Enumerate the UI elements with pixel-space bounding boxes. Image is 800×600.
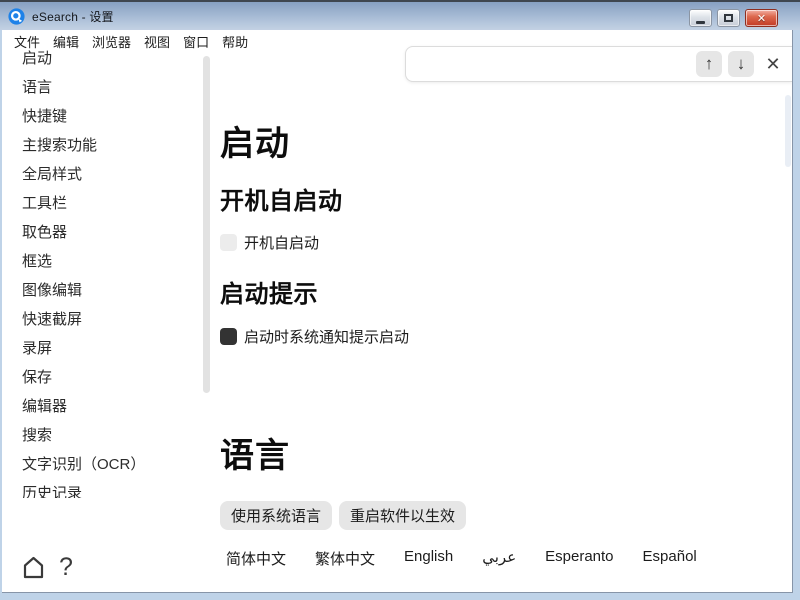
nav-item-color-picker[interactable]: 取色器: [22, 218, 192, 247]
settings-nav: 启动 语言 快捷键 主搜索功能 全局样式 工具栏 取色器 框选 图像编辑 快速截…: [22, 44, 192, 498]
minimize-button[interactable]: [689, 9, 712, 27]
autostart-checkbox[interactable]: [220, 234, 237, 251]
app-window: eSearch - 设置 ✕ 文件 编辑 浏览器 视图 窗口 帮助 启动 语言 …: [0, 0, 800, 600]
find-previous-button[interactable]: ↑: [696, 51, 722, 77]
titlebar[interactable]: eSearch - 设置 ✕: [0, 2, 800, 30]
home-icon[interactable]: [22, 555, 45, 580]
nav-item-history[interactable]: 历史记录: [22, 479, 192, 498]
arrow-down-icon: ↓: [737, 54, 746, 74]
content-scrollbar[interactable]: [785, 95, 791, 167]
language-actions: 使用系统语言 重启软件以生效: [220, 501, 466, 530]
autostart-subtitle: 开机自启动: [220, 181, 343, 216]
nav-item-startup[interactable]: 启动: [22, 44, 192, 73]
nav-item-save[interactable]: 保存: [22, 363, 192, 392]
esearch-logo-icon: [8, 8, 25, 25]
nav-item-ocr[interactable]: 文字识别（OCR）: [22, 450, 192, 479]
nav-item-language[interactable]: 语言: [22, 73, 192, 102]
language-options: 简体中文 繁体中文 English عربي Esperanto Español: [226, 548, 697, 569]
close-x-icon: ✕: [765, 54, 780, 75]
close-button[interactable]: ✕: [745, 9, 778, 27]
nav-item-screen-record[interactable]: 录屏: [22, 334, 192, 363]
find-next-button[interactable]: ↓: [728, 51, 754, 77]
nav-item-main-search[interactable]: 主搜索功能: [22, 131, 192, 160]
nav-item-image-edit[interactable]: 图像编辑: [22, 276, 192, 305]
nav-item-global-style[interactable]: 全局样式: [22, 160, 192, 189]
lang-option-traditional-chinese[interactable]: 繁体中文: [315, 548, 375, 569]
autostart-option[interactable]: 开机自启动: [220, 232, 319, 253]
lang-option-arabic[interactable]: عربي: [482, 548, 516, 569]
restart-to-apply-badge[interactable]: 重启软件以生效: [339, 501, 466, 530]
window-title: eSearch - 设置: [32, 8, 114, 25]
close-icon: ✕: [757, 12, 766, 25]
startup-section-title: 启动: [220, 116, 290, 165]
autostart-label: 开机自启动: [244, 232, 319, 253]
find-close-button[interactable]: ✕: [760, 51, 786, 77]
startup-tip-option[interactable]: 启动时系统通知提示启动: [220, 326, 409, 347]
help-icon[interactable]: ?: [59, 553, 73, 582]
menu-help[interactable]: 帮助: [222, 32, 248, 51]
nav-item-box-select[interactable]: 框选: [22, 247, 192, 276]
startup-tip-subtitle: 启动提示: [220, 274, 318, 309]
lang-option-english[interactable]: English: [404, 548, 453, 569]
nav-item-editor[interactable]: 编辑器: [22, 392, 192, 421]
lang-option-spanish[interactable]: Español: [643, 548, 697, 569]
nav-item-toolbar[interactable]: 工具栏: [22, 189, 192, 218]
maximize-icon: [724, 14, 733, 22]
sidebar-scrollbar[interactable]: [203, 56, 210, 393]
startup-tip-label: 启动时系统通知提示启动: [244, 326, 409, 347]
lang-option-esperanto[interactable]: Esperanto: [545, 548, 613, 569]
lang-option-simplified-chinese[interactable]: 简体中文: [226, 548, 286, 569]
language-section-title: 语言: [220, 428, 290, 477]
nav-item-quick-screenshot[interactable]: 快速截屏: [22, 305, 192, 334]
nav-item-search[interactable]: 搜索: [22, 421, 192, 450]
startup-tip-checkbox[interactable]: [220, 328, 237, 345]
maximize-button[interactable]: [717, 9, 740, 27]
nav-item-hotkeys[interactable]: 快捷键: [22, 102, 192, 131]
footer-icons: ?: [22, 553, 73, 582]
minimize-icon: [696, 21, 705, 24]
client-area: 文件 编辑 浏览器 视图 窗口 帮助 启动 语言 快捷键 主搜索功能 全局样式 …: [2, 30, 793, 593]
arrow-up-icon: ↑: [705, 54, 714, 74]
settings-search-input[interactable]: [416, 51, 690, 77]
use-system-language-button[interactable]: 使用系统语言: [220, 501, 332, 530]
window-controls: ✕: [689, 9, 778, 27]
find-bar: ↑ ↓ ✕: [405, 46, 792, 82]
